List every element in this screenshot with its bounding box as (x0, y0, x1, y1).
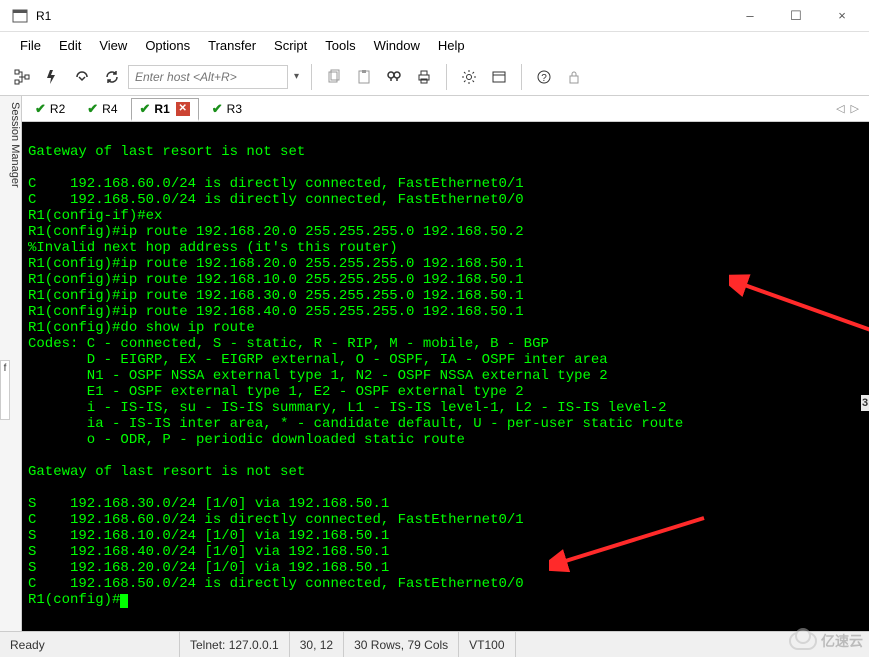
toolbar-separator (521, 64, 522, 90)
check-icon: ✔ (35, 101, 46, 117)
connect-icon[interactable] (68, 63, 96, 91)
tab-close-icon[interactable]: ✕ (176, 102, 190, 116)
terminal-line: R1(config)#ip route 192.168.20.0 255.255… (28, 256, 863, 272)
menu-edit[interactable]: Edit (59, 38, 81, 53)
terminal-line: D - EIGRP, EX - EIGRP external, O - OSPF… (28, 352, 863, 368)
terminal-output[interactable]: Gateway of last resort is not set C 192.… (22, 122, 869, 631)
terminal-line: R1(config)#ip route 192.168.40.0 255.255… (28, 304, 863, 320)
status-connection: Telnet: 127.0.0.1 (180, 632, 290, 657)
terminal-line: C 192.168.50.0/24 is directly connected,… (28, 192, 863, 208)
help-icon[interactable]: ? (530, 63, 558, 91)
menu-options[interactable]: Options (145, 38, 190, 53)
terminal-line: R1(config)#ip route 192.168.20.0 255.255… (28, 224, 863, 240)
menubar: File Edit View Options Transfer Script T… (0, 32, 869, 58)
reconnect-icon[interactable] (98, 63, 126, 91)
terminal-cursor (120, 594, 128, 608)
tab-scroll-right-icon[interactable]: ▷ (851, 102, 859, 115)
menu-file[interactable]: File (20, 38, 41, 53)
terminal-line: C 192.168.60.0/24 is directly connected,… (28, 512, 863, 528)
check-icon: ✔ (212, 101, 223, 117)
menu-script[interactable]: Script (274, 38, 307, 53)
terminal-line (28, 160, 863, 176)
terminal-line: E1 - OSPF external type 1, E2 - OSPF ext… (28, 384, 863, 400)
session-tree-icon[interactable] (8, 63, 36, 91)
quick-connect-icon[interactable] (38, 63, 66, 91)
menu-transfer[interactable]: Transfer (208, 38, 256, 53)
terminal-line: Gateway of last resort is not set (28, 144, 863, 160)
tab-label: R4 (102, 102, 117, 116)
terminal-line: R1(config)#ip route 192.168.30.0 255.255… (28, 288, 863, 304)
tab-r3[interactable]: ✔ R3 (203, 98, 251, 119)
terminal-line: o - ODR, P - periodic downloaded static … (28, 432, 863, 448)
toolbar-separator (311, 64, 312, 90)
tab-r2[interactable]: ✔ R2 (26, 98, 74, 119)
status-cursor: 30, 12 (290, 632, 344, 657)
terminal-line: S 192.168.30.0/24 [1/0] via 192.168.50.1 (28, 496, 863, 512)
maximize-button[interactable]: ☐ (773, 1, 819, 31)
terminal-line: %Invalid next hop address (it's this rou… (28, 240, 863, 256)
tab-label: R2 (50, 102, 65, 116)
menu-tools[interactable]: Tools (325, 38, 355, 53)
paste-icon[interactable] (350, 63, 378, 91)
statusbar: Ready Telnet: 127.0.0.1 30, 12 30 Rows, … (0, 631, 869, 657)
terminal-line (28, 480, 863, 496)
host-dropdown-icon[interactable]: ▾ (290, 71, 303, 82)
close-button[interactable]: × (819, 1, 865, 31)
menu-help[interactable]: Help (438, 38, 465, 53)
minimize-button[interactable]: – (727, 1, 773, 31)
cloud-icon (789, 632, 817, 650)
toolbar-separator (446, 64, 447, 90)
find-icon[interactable] (380, 63, 408, 91)
terminal-line: R1(config)#do show ip route (28, 320, 863, 336)
terminal-line: S 192.168.10.0/24 [1/0] via 192.168.50.1 (28, 528, 863, 544)
settings-icon[interactable] (455, 63, 483, 91)
terminal-line: C 192.168.50.0/24 is directly connected,… (28, 576, 863, 592)
check-icon: ✔ (140, 101, 151, 117)
session-options-icon[interactable] (485, 63, 513, 91)
tabs-bar: ✔R2 ✔R4 ✔R1✕ ✔R3 ◁ ▷ (22, 96, 869, 122)
titlebar: R1 – ☐ × (0, 0, 869, 32)
menu-view[interactable]: View (99, 38, 127, 53)
terminal-line: i - IS-IS, su - IS-IS summary, L1 - IS-I… (28, 400, 863, 416)
window-title: R1 (36, 9, 727, 23)
terminal-line: N1 - OSPF NSSA external type 1, N2 - OSP… (28, 368, 863, 384)
check-icon: ✔ (87, 101, 98, 117)
terminal-line: R1(config)#ip route 192.168.10.0 255.255… (28, 272, 863, 288)
app-icon (12, 8, 28, 24)
host-input[interactable] (128, 65, 288, 89)
tab-scroll-left-icon[interactable]: ◁ (836, 102, 844, 115)
terminal-line: Gateway of last resort is not set (28, 464, 863, 480)
window-controls: – ☐ × (727, 1, 865, 31)
terminal-line (28, 448, 863, 464)
terminal-line: S 192.168.40.0/24 [1/0] via 192.168.50.1 (28, 544, 863, 560)
copy-icon[interactable] (320, 63, 348, 91)
left-edge-fragment: f (0, 360, 10, 420)
terminal-prompt-line: R1(config)# (28, 592, 863, 608)
menu-window[interactable]: Window (374, 38, 420, 53)
terminal-line: S 192.168.20.0/24 [1/0] via 192.168.50.1 (28, 560, 863, 576)
terminal-line: R1(config-if)#ex (28, 208, 863, 224)
status-ready: Ready (0, 632, 180, 657)
terminal-line: Codes: C - connected, S - static, R - RI… (28, 336, 863, 352)
status-size: 30 Rows, 79 Cols (344, 632, 459, 657)
tab-r4[interactable]: ✔ R4 (78, 98, 126, 119)
watermark-text: 亿速云 (821, 631, 863, 651)
terminal-line: ia - IS-IS inter area, * - candidate def… (28, 416, 863, 432)
tab-r1[interactable]: ✔R1 ✕ (131, 98, 199, 121)
print-icon[interactable] (410, 63, 438, 91)
terminal-line (28, 128, 863, 144)
toolbar: ▾ ? (0, 58, 869, 96)
right-edge-fragment: 3 (861, 395, 869, 411)
watermark: 亿速云 (789, 631, 863, 651)
svg-text:?: ? (541, 73, 547, 84)
tab-label: R3 (227, 102, 242, 116)
terminal-line: C 192.168.60.0/24 is directly connected,… (28, 176, 863, 192)
lock-icon[interactable] (560, 63, 588, 91)
tab-label: R1 (154, 102, 169, 116)
status-emulation: VT100 (459, 632, 515, 657)
